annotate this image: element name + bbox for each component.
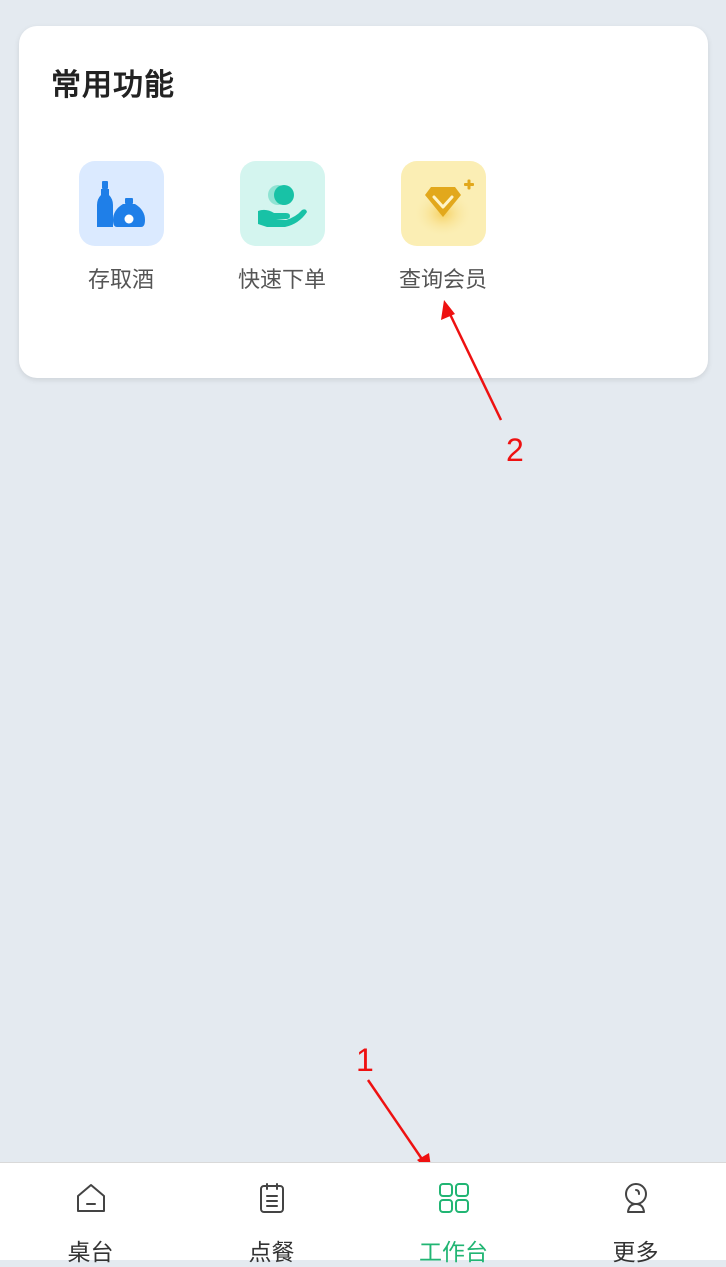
quick-order-button[interactable]: 快速下单 bbox=[212, 161, 352, 301]
annotation-label-2: 2 bbox=[506, 432, 524, 468]
tab-label: 桌台 bbox=[67, 1240, 114, 1266]
function-label: 快速下单 bbox=[237, 268, 326, 293]
hand-coin-icon bbox=[240, 161, 325, 246]
common-functions-card: 常用功能 存取酒 快速下单 查询会员 bbox=[19, 26, 708, 378]
tab-label: 点餐 bbox=[248, 1240, 295, 1266]
member-query-button[interactable]: 查询会员 bbox=[373, 161, 513, 301]
tab-label: 工作台 bbox=[419, 1240, 488, 1266]
tab-workbench[interactable]: 工作台 bbox=[363, 1163, 544, 1266]
tab-tables[interactable]: 桌台 bbox=[0, 1163, 181, 1266]
store-retrieve-wine-button[interactable]: 存取酒 bbox=[51, 161, 191, 301]
clipboard-icon bbox=[260, 1183, 284, 1213]
grid-icon bbox=[439, 1183, 469, 1213]
tab-order[interactable]: 点餐 bbox=[181, 1163, 362, 1266]
home-icon bbox=[77, 1184, 105, 1212]
bottom-tab-bar: 桌台 点餐 工作台 更多 bbox=[0, 1162, 726, 1266]
wine-bottles-icon bbox=[79, 161, 164, 246]
function-label: 查询会员 bbox=[398, 268, 487, 293]
tab-label: 更多 bbox=[612, 1240, 659, 1266]
annotation-label-1: 1 bbox=[356, 1042, 374, 1078]
diamond-icon bbox=[401, 161, 486, 246]
section-title: 常用功能 bbox=[51, 68, 175, 103]
user-icon bbox=[625, 1183, 647, 1213]
function-label: 存取酒 bbox=[87, 268, 154, 293]
tab-more[interactable]: 更多 bbox=[545, 1163, 726, 1266]
